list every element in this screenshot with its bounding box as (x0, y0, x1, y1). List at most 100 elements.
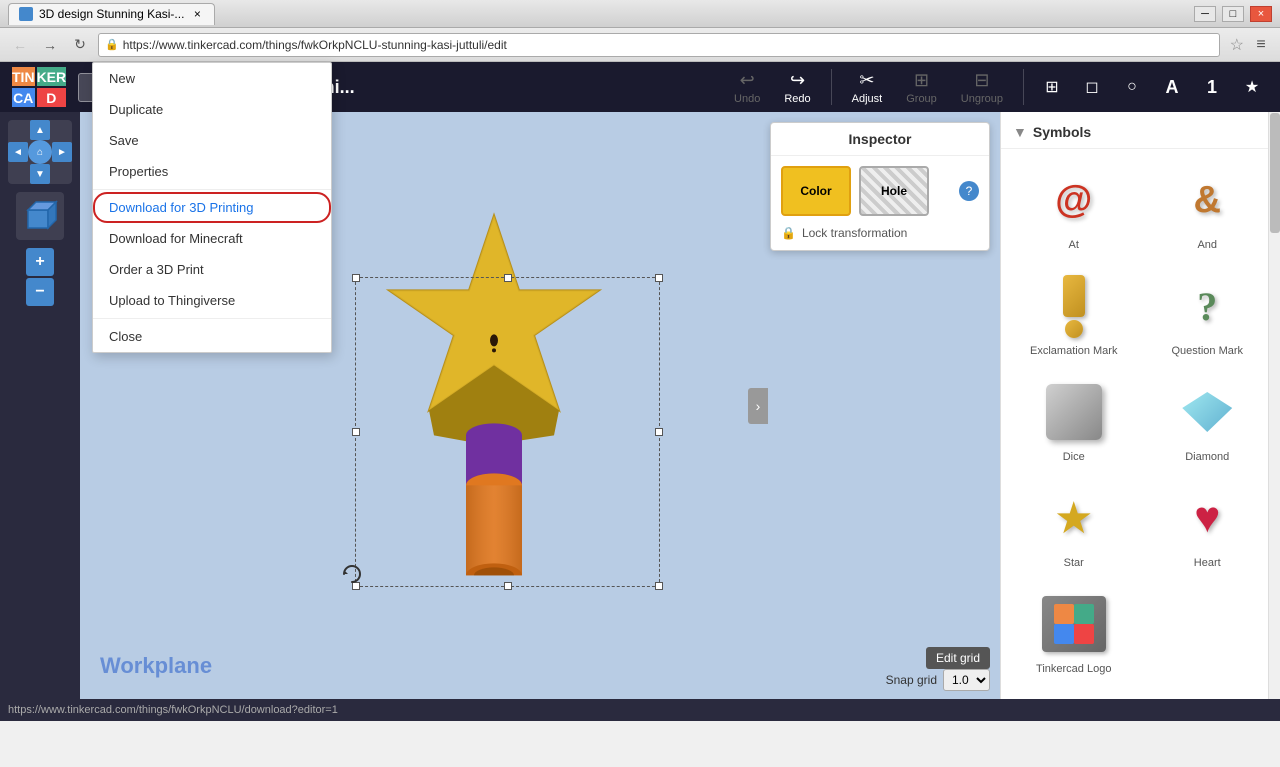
undo-icon: ↩ (740, 70, 755, 91)
redo-button[interactable]: ↪ Redo (776, 66, 818, 109)
menu-download-3d[interactable]: Download for 3D Printing (93, 192, 331, 223)
lock-icon: 🔒 (781, 226, 796, 240)
view-sphere-button[interactable]: ○ (1116, 71, 1148, 103)
lock-row: 🔒 Lock transformation (781, 226, 979, 240)
arrow-right-button[interactable]: ► (52, 142, 72, 162)
view-num-button[interactable]: 1 (1196, 71, 1228, 103)
symbol-at-label: At (1069, 239, 1079, 251)
symbol-question[interactable]: ? Question Mark (1143, 263, 1273, 365)
undo-button[interactable]: ↩ Undo (726, 66, 768, 109)
symbol-exclamation[interactable]: Exclamation Mark (1009, 263, 1139, 365)
symbols-toggle[interactable]: ▼ (1013, 124, 1027, 140)
view-box-button[interactable]: ◻ (1076, 71, 1108, 103)
zoom-in-button[interactable]: + (26, 248, 54, 276)
bookmark-button[interactable]: ☆ (1230, 35, 1244, 55)
group-icon: ⊞ (914, 70, 929, 91)
color-button[interactable]: Color (781, 166, 851, 216)
inspector-controls: Color Hole ? (781, 166, 979, 216)
menu-close[interactable]: Close (93, 321, 331, 352)
close-window-button[interactable]: × (1250, 6, 1272, 22)
hole-button[interactable]: Hole (859, 166, 929, 216)
forward-button[interactable]: → (38, 33, 62, 57)
lock-label: Lock transformation (802, 226, 907, 240)
redo-icon: ↪ (790, 70, 805, 91)
back-button[interactable]: ← (8, 33, 32, 57)
url-text: https://www.tinkercad.com/things/fwkOrkp… (123, 38, 507, 52)
edit-grid-button[interactable]: Edit grid (926, 647, 990, 669)
inspector-panel: Inspector Color Hole ? 🔒 Lock transforma… (770, 122, 990, 251)
symbol-dice-label: Dice (1063, 451, 1085, 463)
symbol-diamond[interactable]: Diamond (1143, 369, 1273, 471)
rotate-handle[interactable] (340, 562, 364, 586)
home-view-button[interactable]: ⌂ (28, 140, 52, 164)
ssl-lock-icon: 🔒 (105, 38, 119, 51)
snap-grid-select[interactable]: 1.0 (943, 669, 990, 691)
menu-properties[interactable]: Properties (93, 156, 331, 187)
menu-duplicate[interactable]: Duplicate (93, 94, 331, 125)
color-label: Color (800, 184, 831, 198)
adjust-button[interactable]: ✂ Adjust (844, 66, 891, 109)
menu-new[interactable]: New (93, 63, 331, 94)
view-grid-button[interactable]: ⊞ (1036, 71, 1068, 103)
ungroup-label: Ungroup (961, 93, 1003, 105)
refresh-button[interactable]: ↻ (68, 33, 92, 57)
symbol-tinkercad-logo[interactable]: Tinkercad Logo (1009, 581, 1139, 683)
group-button[interactable]: ⊞ Group (898, 66, 945, 109)
symbol-star-label: Star (1064, 557, 1084, 569)
group-label: Group (906, 93, 937, 105)
minimize-button[interactable]: ─ (1194, 6, 1216, 22)
ungroup-icon: ⊟ (974, 70, 989, 91)
address-bar[interactable]: 🔒 https://www.tinkercad.com/things/fwkOr… (98, 33, 1220, 57)
scrollbar-thumb[interactable] (1270, 113, 1280, 233)
logo-tl: TIN (12, 67, 35, 86)
symbol-and[interactable]: & And (1143, 157, 1273, 259)
arrow-down-button[interactable]: ▼ (30, 164, 50, 184)
menu-upload[interactable]: Upload to Thingiverse (93, 285, 331, 316)
symbol-and-label: And (1197, 239, 1217, 251)
symbol-star[interactable]: ★ Star (1009, 475, 1139, 577)
navigation-arrows: ▲ ▼ ◄ ► ⌂ (8, 120, 72, 184)
symbol-diamond-thumb (1167, 377, 1247, 447)
redo-label: Redo (784, 93, 810, 105)
adjust-icon: ✂ (859, 70, 874, 91)
extensions-button[interactable]: ≡ (1250, 34, 1272, 56)
design-object[interactable] (344, 195, 644, 578)
symbol-dice[interactable]: Dice (1009, 369, 1139, 471)
toolbar-right: ↩ Undo ↪ Redo ✂ Adjust ⊞ Group ⊟ Ungroup… (726, 66, 1268, 109)
symbol-at[interactable]: @ At (1009, 157, 1139, 259)
browser-tab[interactable]: 3D design Stunning Kasi-... × (8, 3, 215, 25)
tinkercad-logo[interactable]: TIN KER CA D (12, 67, 62, 107)
status-url: https://www.tinkercad.com/things/fwkOrkp… (8, 704, 338, 716)
symbol-exclamation-label: Exclamation Mark (1030, 345, 1117, 357)
symbols-panel: ▼ Symbols @ At & And (1000, 112, 1280, 699)
browser-toolbar: ← → ↻ 🔒 https://www.tinkercad.com/things… (0, 28, 1280, 62)
arrow-left-button[interactable]: ◄ (8, 142, 28, 162)
maximize-button[interactable]: □ (1222, 6, 1244, 22)
zoom-out-button[interactable]: − (26, 278, 54, 306)
snap-grid-row: Snap grid 1.0 (886, 669, 990, 691)
tab-close-button[interactable]: × (190, 7, 204, 21)
menu-download-mc[interactable]: Download for Minecraft (93, 223, 331, 254)
symbol-heart[interactable]: ♥ Heart (1143, 475, 1273, 577)
collapse-panel-button[interactable]: › (748, 388, 768, 424)
workplane-label: Workplane (100, 653, 212, 679)
window-controls: ─ □ × (1194, 6, 1272, 22)
browser-titlebar: 3D design Stunning Kasi-... × ─ □ × (0, 0, 1280, 28)
symbols-scrollbar[interactable] (1268, 112, 1280, 699)
view-a-button[interactable]: A (1156, 71, 1188, 103)
symbols-header: ▼ Symbols (1001, 120, 1280, 149)
zoom-controls: + − (26, 248, 54, 306)
ungroup-button[interactable]: ⊟ Ungroup (953, 66, 1011, 109)
view-cube[interactable] (16, 192, 64, 240)
inspector-help-button[interactable]: ? (959, 181, 979, 201)
status-bar: https://www.tinkercad.com/things/fwkOrkp… (0, 699, 1280, 721)
menu-divider-2 (93, 318, 331, 319)
symbol-question-thumb: ? (1167, 271, 1247, 341)
view-star-button[interactable]: ★ (1236, 71, 1268, 103)
menu-save[interactable]: Save (93, 125, 331, 156)
menu-order[interactable]: Order a 3D Print (93, 254, 331, 285)
arrow-up-button[interactable]: ▲ (30, 120, 50, 140)
toolbar-sep-2 (1023, 69, 1024, 105)
symbol-logo-label: Tinkercad Logo (1036, 663, 1111, 675)
snap-grid-label: Snap grid (886, 673, 937, 687)
